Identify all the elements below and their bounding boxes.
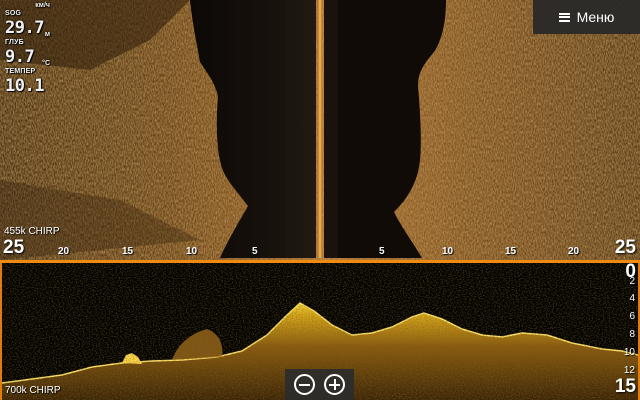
readout-sog-label: SOG <box>5 10 22 17</box>
depth-tick: 2 <box>629 276 635 287</box>
readout-temp-value: 10.1 <box>5 76 44 96</box>
readout-temp[interactable]: ТЕМПЕР °C 10.1 <box>5 60 50 96</box>
depth-tick: 4 <box>629 293 635 304</box>
side-range-tick: 15 <box>122 246 134 257</box>
side-scan-panel[interactable]: SOG км/ч 29.7 ГЛУБ м 9.7 ТЕМПЕР °C 10.1 … <box>0 0 640 260</box>
side-range-tick: 5 <box>379 246 385 257</box>
depth-tick: 12 <box>623 365 635 376</box>
side-range-left-max: 25 <box>3 237 25 258</box>
hamburger-icon <box>558 12 570 22</box>
depth-scale-bottom: 15 <box>614 376 636 397</box>
readout-depth-label: ГЛУБ <box>5 39 24 46</box>
side-range-tick: 20 <box>58 246 70 257</box>
depth-tick: 6 <box>629 311 635 322</box>
side-scan-frequency: 455k CHIRP <box>4 226 60 237</box>
depth-tick: 10 <box>623 347 635 358</box>
readout-temp-unit: °C <box>42 60 50 67</box>
menu-button[interactable]: Меню <box>533 0 640 34</box>
side-range-tick: 10 <box>186 246 198 257</box>
side-scan-image <box>0 0 640 260</box>
zoom-controls <box>285 369 354 400</box>
side-range-tick: 20 <box>568 246 580 257</box>
down-scan-frequency: 700k CHIRP <box>5 385 61 396</box>
zoom-in-button[interactable] <box>324 374 345 395</box>
depth-tick: 8 <box>629 329 635 340</box>
readout-temp-label: ТЕМПЕР <box>5 68 36 75</box>
zoom-out-button[interactable] <box>294 374 315 395</box>
side-range-tick: 10 <box>442 246 454 257</box>
readout-depth-unit: м <box>44 31 50 38</box>
side-range-right-max: 25 <box>614 237 636 258</box>
readout-sog-unit: км/ч <box>35 2 50 9</box>
menu-label: Меню <box>576 9 615 25</box>
side-range-tick: 15 <box>505 246 517 257</box>
side-range-tick: 5 <box>252 246 258 257</box>
